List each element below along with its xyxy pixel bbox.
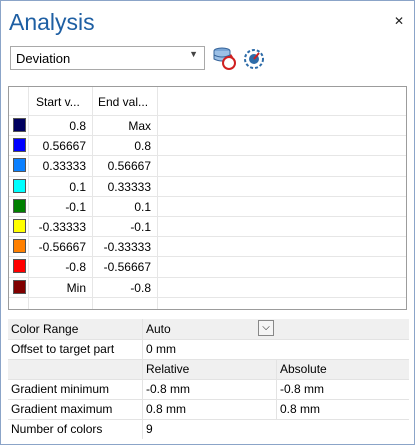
gradient-max-absolute[interactable]: 0.8 mm bbox=[280, 402, 320, 416]
num-colors-label: Number of colors bbox=[11, 422, 103, 436]
end-value-cell[interactable]: Max bbox=[93, 119, 151, 133]
relative-header: Relative bbox=[146, 362, 190, 376]
color-swatch[interactable] bbox=[13, 158, 26, 173]
divider bbox=[8, 339, 409, 340]
analysis-mode-select[interactable]: Deviation ▼ bbox=[10, 46, 205, 70]
color-range-dropdown-button[interactable]: ⌵ bbox=[258, 320, 274, 336]
color-swatch[interactable] bbox=[13, 259, 26, 274]
end-value-cell[interactable]: -0.33333 bbox=[93, 240, 151, 254]
end-value-cell[interactable]: 0.56667 bbox=[93, 159, 151, 173]
color-swatch[interactable] bbox=[13, 219, 26, 233]
gradient-min-label: Gradient minimum bbox=[11, 382, 110, 396]
grid-line bbox=[9, 176, 406, 177]
end-value-cell[interactable]: -0.1 bbox=[93, 220, 151, 234]
start-value-cell[interactable]: -0.33333 bbox=[29, 220, 86, 234]
divider bbox=[8, 359, 409, 360]
chevron-down-icon: ⌵ bbox=[262, 322, 270, 333]
offset-value[interactable]: 0 mm bbox=[146, 342, 176, 356]
start-value-cell[interactable]: 0.8 bbox=[29, 119, 86, 133]
absolute-header: Absolute bbox=[280, 362, 327, 376]
grid-line bbox=[9, 297, 406, 298]
start-value-cell[interactable]: 0.33333 bbox=[29, 159, 86, 173]
property-header-row: Relative Absolute bbox=[8, 359, 409, 379]
grid-line bbox=[157, 87, 158, 309]
grid-line bbox=[9, 277, 406, 278]
color-swatch[interactable] bbox=[13, 118, 26, 132]
color-swatch[interactable] bbox=[13, 178, 26, 193]
color-range-value[interactable]: Auto bbox=[146, 322, 171, 336]
end-value-cell[interactable]: -0.56667 bbox=[93, 260, 151, 274]
divider bbox=[8, 399, 409, 400]
color-swatch[interactable] bbox=[13, 239, 26, 254]
color-swatch[interactable] bbox=[13, 279, 26, 294]
grid-line bbox=[9, 256, 406, 257]
chevron-down-icon: ▼ bbox=[189, 49, 198, 59]
end-value-cell[interactable]: 0.1 bbox=[93, 200, 151, 214]
start-value-cell[interactable]: -0.1 bbox=[29, 200, 86, 214]
color-swatch[interactable] bbox=[13, 138, 26, 153]
end-value-cell[interactable]: 0.8 bbox=[93, 139, 151, 153]
end-value-cell[interactable]: 0.33333 bbox=[93, 180, 151, 194]
divider bbox=[8, 419, 409, 420]
gradient-min-relative[interactable]: -0.8 mm bbox=[146, 382, 190, 396]
close-icon[interactable]: ✕ bbox=[394, 14, 404, 28]
start-value-cell[interactable]: Min bbox=[29, 281, 86, 295]
panel-title: Analysis bbox=[9, 9, 95, 35]
gradient-max-label: Gradient maximum bbox=[11, 402, 113, 416]
property-row-gradient-max: Gradient maximum 0.8 mm 0.8 mm bbox=[8, 399, 409, 419]
property-row-gradient-min: Gradient minimum -0.8 mm -0.8 mm bbox=[8, 379, 409, 399]
divider bbox=[142, 319, 143, 439]
analysis-panel: Analysis ✕ Deviation ▼ Start v... End va… bbox=[0, 0, 415, 445]
grid-line bbox=[9, 155, 406, 156]
start-value-cell[interactable]: -0.8 bbox=[29, 260, 86, 274]
num-colors-value[interactable]: 9 bbox=[146, 422, 153, 436]
start-value-cell[interactable]: 0.56667 bbox=[29, 139, 86, 153]
gradient-min-absolute[interactable]: -0.8 mm bbox=[280, 382, 324, 396]
divider bbox=[276, 359, 277, 419]
column-header-end[interactable]: End val... bbox=[98, 95, 148, 109]
property-row-color-range: Color Range Auto ⌵ bbox=[8, 319, 409, 339]
grid-line bbox=[9, 135, 406, 136]
column-header-start[interactable]: Start v... bbox=[36, 95, 80, 109]
start-value-cell[interactable]: -0.56667 bbox=[29, 240, 86, 254]
gauge-settings-icon[interactable] bbox=[241, 45, 267, 71]
reset-deviation-icon[interactable] bbox=[211, 45, 237, 71]
color-range-label: Color Range bbox=[11, 322, 79, 336]
color-swatch[interactable] bbox=[13, 198, 26, 213]
color-scale-table: Start v... End val... 0.8 Max 0.56667 0.8 0.… bbox=[8, 86, 407, 310]
end-value-cell[interactable]: -0.8 bbox=[93, 281, 151, 295]
grid-line bbox=[9, 216, 406, 217]
gradient-max-relative[interactable]: 0.8 mm bbox=[146, 402, 186, 416]
grid-line bbox=[9, 236, 406, 237]
analysis-mode-value: Deviation bbox=[16, 51, 71, 66]
divider bbox=[8, 379, 409, 380]
start-value-cell[interactable]: 0.1 bbox=[29, 180, 86, 194]
offset-label: Offset to target part bbox=[11, 342, 115, 356]
property-row-offset: Offset to target part 0 mm bbox=[8, 339, 409, 359]
grid-line bbox=[9, 115, 406, 116]
property-row-num-colors: Number of colors 9 bbox=[8, 419, 409, 439]
grid-line bbox=[9, 196, 406, 197]
